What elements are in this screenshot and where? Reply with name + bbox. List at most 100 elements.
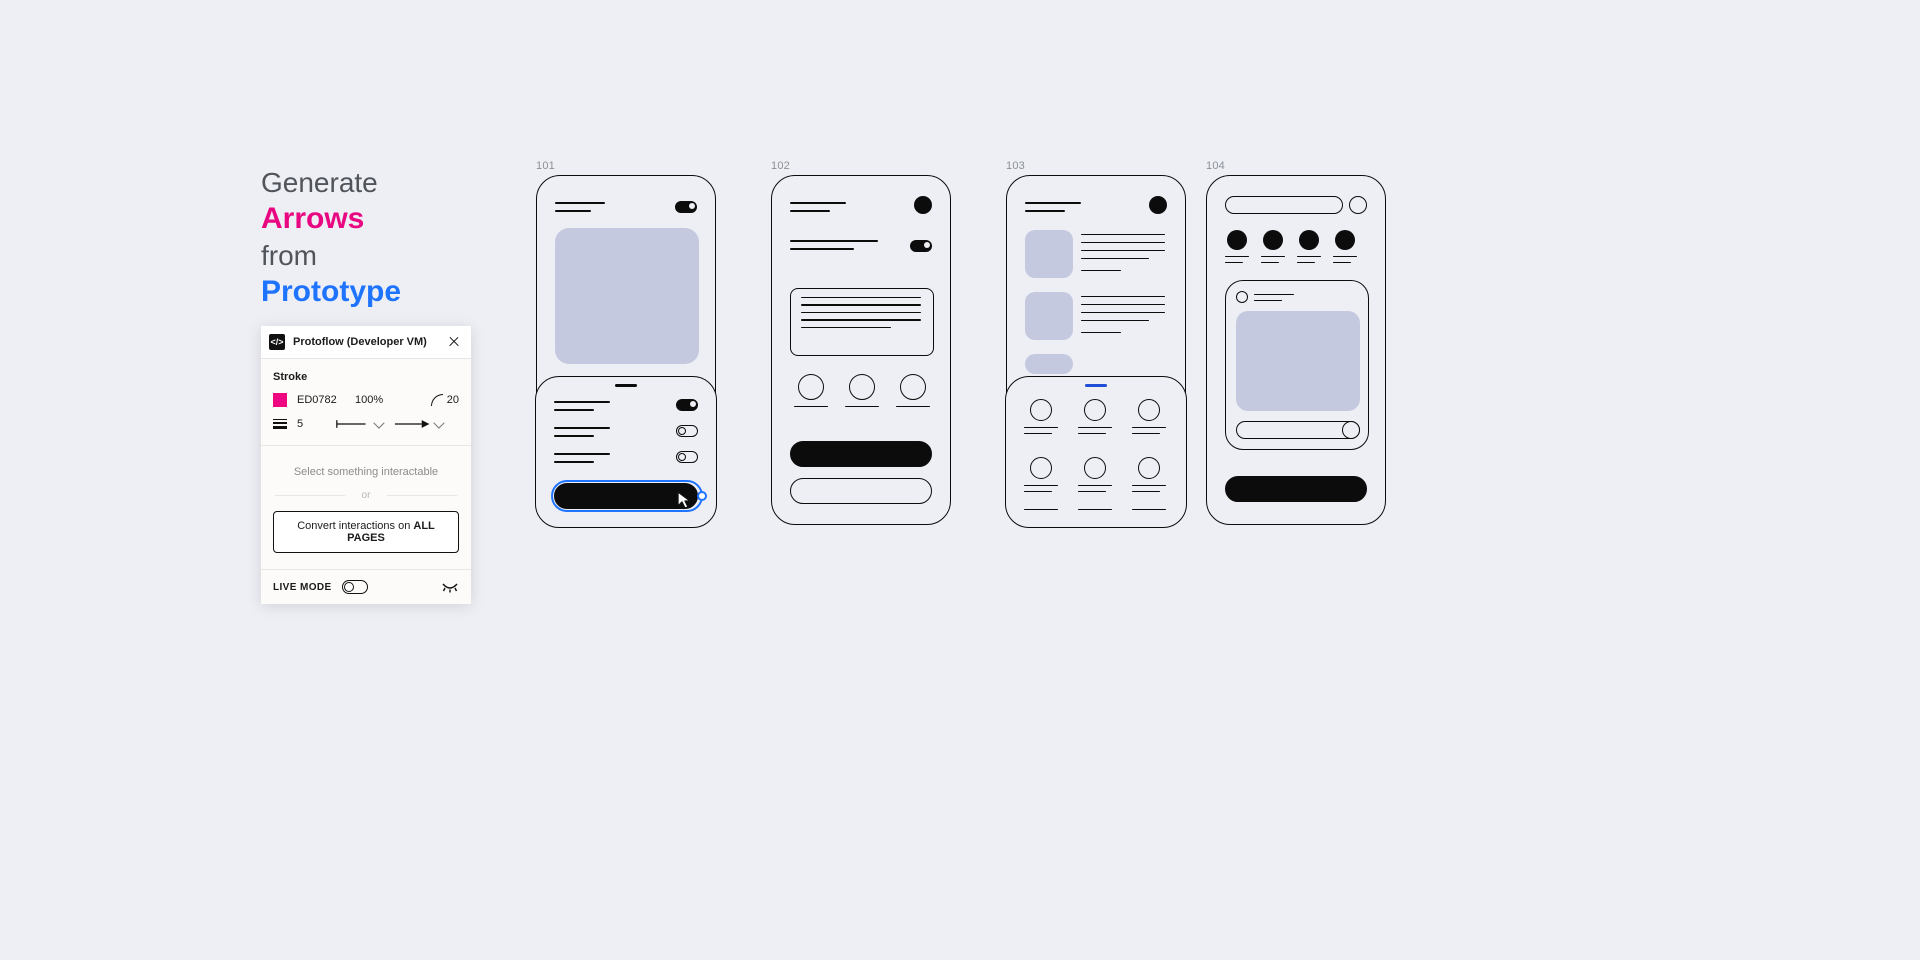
stroke-weight-input[interactable]: 5	[297, 418, 313, 430]
frame-102[interactable]	[771, 175, 951, 525]
wf-text-line	[1078, 433, 1106, 434]
corner-radius-value: 20	[447, 394, 459, 406]
stroke-section-label: Stroke	[261, 359, 471, 389]
selection-prompt: Select something interactable	[261, 446, 471, 488]
selection-handle[interactable]	[697, 491, 707, 501]
wf-bottom-sheet	[535, 376, 717, 528]
wf-avatar	[1227, 230, 1247, 250]
color-opacity-input[interactable]: 100%	[355, 394, 389, 406]
wf-circle	[1138, 399, 1160, 421]
start-cap-dropdown[interactable]	[333, 417, 383, 431]
wf-text-line	[1132, 491, 1160, 492]
chevron-down-icon	[374, 417, 385, 428]
frame-label-103[interactable]: 103	[1006, 160, 1025, 172]
wf-primary-button	[554, 483, 698, 509]
wf-circle	[1138, 457, 1160, 479]
panel-header: </> Protoflow (Developer VM)	[261, 326, 471, 359]
color-hex-input[interactable]: ED0782	[297, 394, 345, 406]
wf-text-line	[1024, 491, 1052, 492]
frame-label-102[interactable]: 102	[771, 160, 790, 172]
color-swatch[interactable]	[273, 393, 287, 407]
wf-text-line	[845, 406, 879, 407]
wf-text-line	[1261, 262, 1279, 263]
wf-text-line	[555, 210, 591, 212]
panel-title: Protoflow (Developer VM)	[293, 336, 439, 348]
wf-text-line	[1081, 270, 1121, 271]
wf-text-line	[1132, 509, 1166, 510]
wf-circle	[900, 374, 926, 400]
wf-text-line	[554, 427, 610, 429]
wf-text-line	[1081, 312, 1165, 313]
chevron-down-icon	[434, 417, 445, 428]
wf-text-line	[1078, 485, 1112, 486]
wf-slider-track	[1236, 421, 1360, 439]
live-mode-toggle[interactable]	[342, 580, 368, 594]
wf-text-line	[1132, 427, 1166, 428]
or-divider: or	[261, 488, 471, 511]
wf-text-line	[1025, 202, 1081, 204]
wf-image-placeholder	[1236, 311, 1360, 411]
corner-radius-icon	[431, 394, 443, 406]
wf-text-line	[1333, 256, 1357, 257]
wf-circle	[1084, 457, 1106, 479]
wf-text-line	[1078, 427, 1112, 428]
plugin-logo-icon: </>	[269, 334, 285, 350]
wf-text-line	[1225, 262, 1243, 263]
wf-text-line	[1024, 433, 1052, 434]
wf-text-line	[1078, 509, 1112, 510]
frame-104[interactable]	[1206, 175, 1386, 525]
wf-avatar	[1335, 230, 1355, 250]
wf-avatar	[914, 196, 932, 214]
wf-grabber	[1085, 384, 1107, 387]
live-mode-label: LIVE MODE	[273, 582, 332, 593]
frame-101[interactable]	[536, 175, 716, 525]
wf-toggle	[676, 425, 698, 437]
wf-toggle	[676, 399, 698, 411]
wf-avatar	[1299, 230, 1319, 250]
eye-closed-icon[interactable]	[441, 581, 459, 593]
convert-button-prefix: Convert interactions on	[297, 520, 413, 532]
close-icon[interactable]	[447, 335, 461, 349]
wf-avatar	[1149, 196, 1167, 214]
wf-circle	[798, 374, 824, 400]
wf-text-line	[1081, 258, 1149, 259]
wf-text-line	[790, 240, 878, 242]
headline-line3: from	[261, 238, 401, 273]
wf-thumb	[1025, 230, 1073, 278]
wf-text-line	[1081, 304, 1165, 305]
wf-toggle	[675, 201, 697, 213]
wf-text-line	[1078, 491, 1106, 492]
wf-text-line	[1132, 433, 1160, 434]
wf-text-line	[1254, 300, 1282, 301]
wf-circle	[1084, 399, 1106, 421]
wf-text-line	[1024, 509, 1058, 510]
wf-text-line	[1081, 234, 1165, 235]
panel-body: Stroke ED0782 100% 20 5	[261, 359, 471, 604]
wf-text-line	[1254, 294, 1294, 295]
headline: Generate Arrows from Prototype	[261, 165, 401, 310]
corner-radius-field[interactable]: 20	[431, 394, 459, 406]
wf-bottom-sheet	[1005, 376, 1187, 528]
wf-text-line	[555, 202, 605, 204]
wf-text-line	[554, 401, 610, 403]
wf-text-line	[554, 453, 610, 455]
end-cap-dropdown[interactable]	[393, 417, 443, 431]
frame-label-104[interactable]: 104	[1206, 160, 1225, 172]
wf-secondary-button	[790, 478, 932, 504]
headline-line4: Prototype	[261, 273, 401, 311]
frame-label-101[interactable]: 101	[536, 160, 555, 172]
wf-text-line	[1024, 485, 1058, 486]
stroke-color-row: ED0782 100% 20	[261, 389, 471, 415]
wf-image-placeholder	[555, 228, 699, 364]
wf-thumb	[1025, 354, 1073, 374]
wf-text-line	[1081, 332, 1121, 333]
wf-circle	[1030, 457, 1052, 479]
wf-search-pill	[1225, 196, 1343, 214]
wf-text-line	[790, 248, 854, 250]
convert-all-pages-button[interactable]: Convert interactions on ALL PAGES	[273, 511, 459, 553]
wf-text-line	[554, 435, 594, 437]
wf-grabber	[615, 384, 637, 387]
wf-text-line	[1225, 256, 1249, 257]
frame-103[interactable]	[1006, 175, 1186, 525]
wf-text-line	[554, 461, 594, 463]
